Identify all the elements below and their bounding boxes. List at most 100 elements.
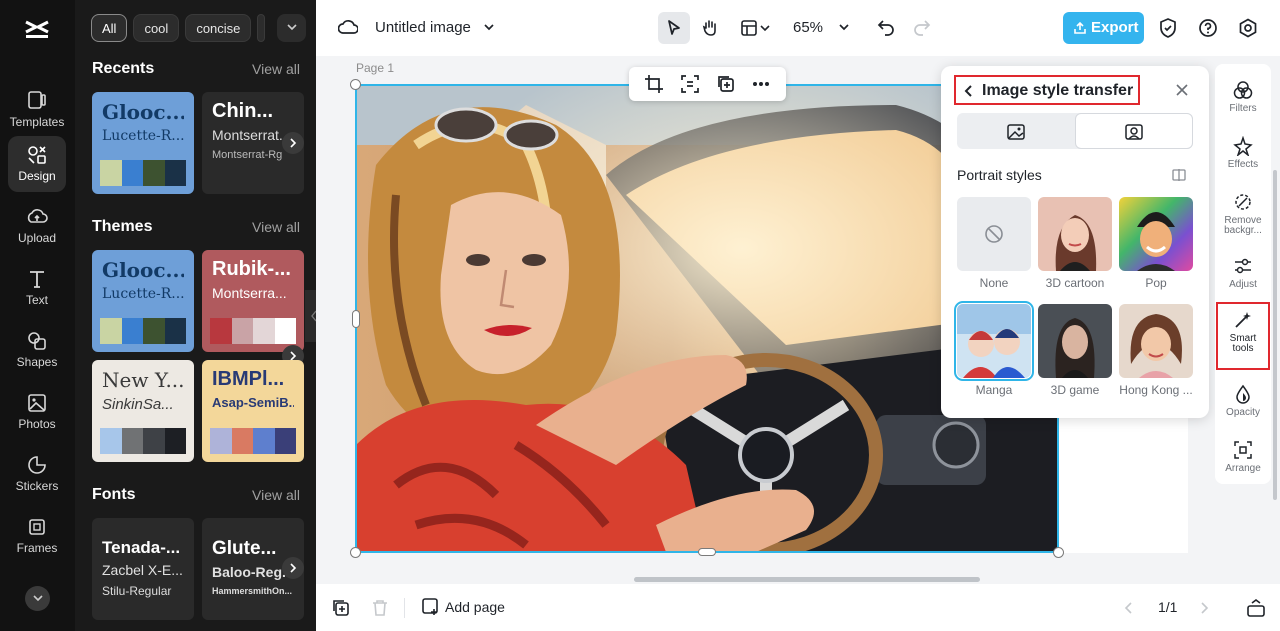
next-page-icon[interactable] <box>1199 601 1209 615</box>
rail-frames[interactable]: Frames <box>8 508 66 564</box>
chip-concise[interactable]: concise <box>185 14 252 42</box>
redo-icon[interactable] <box>913 18 931 36</box>
fonts-next-button[interactable] <box>282 557 304 579</box>
cloud-icon[interactable] <box>338 18 358 36</box>
page-label: Page 1 <box>356 61 395 75</box>
style-3d-cartoon[interactable]: 3D cartoon <box>1038 197 1112 290</box>
rail-shapes[interactable]: Shapes <box>8 322 66 378</box>
duplicate-page-icon[interactable] <box>332 599 350 617</box>
portrait-styles-title: Portrait styles <box>957 167 1042 183</box>
chevron-down-icon[interactable] <box>483 22 495 32</box>
frames-icon <box>29 519 45 535</box>
chip-partial[interactable] <box>257 14 266 42</box>
style-3d-game[interactable]: 3D game <box>1038 304 1112 397</box>
opacity-icon <box>1236 384 1250 404</box>
zoom-level[interactable]: 65% <box>793 19 823 36</box>
tool-label-line2: backgr... <box>1224 225 1262 236</box>
style-label: 3D game <box>1050 383 1100 397</box>
resize-handle-top-left[interactable] <box>350 79 361 90</box>
resize-handle-bottom-left[interactable] <box>350 547 361 558</box>
tool-smart-tools[interactable]: Smart tools <box>1216 302 1270 370</box>
card-caption: Montserrat-Rg <box>212 149 283 161</box>
theme-card-3[interactable]: New Y... SinkinSa... <box>92 360 194 462</box>
none-icon <box>985 225 1003 243</box>
rail-photos[interactable]: Photos <box>8 384 66 440</box>
rail-shapes-label: Shapes <box>16 355 58 369</box>
font-card-1[interactable]: Tenada-... Zacbel X-E... Stilu-Regular <box>92 518 194 620</box>
chip-all[interactable]: All <box>91 14 128 42</box>
themes-view-all[interactable]: View all <box>252 219 300 235</box>
hand-tool-button[interactable] <box>694 12 726 44</box>
vertical-scrollbar[interactable] <box>1273 170 1277 500</box>
layout-menu-button[interactable] <box>736 12 776 44</box>
horizontal-scrollbar[interactable] <box>634 577 980 582</box>
rail-text[interactable]: Text <box>8 260 66 316</box>
card-heading: Chin... <box>212 100 274 122</box>
rail-collapse-button[interactable] <box>25 586 50 611</box>
prev-page-icon[interactable] <box>1124 601 1134 615</box>
chevron-down-icon[interactable] <box>838 22 850 32</box>
color-swatches <box>100 160 186 186</box>
tool-adjust[interactable]: Adjust <box>1217 250 1269 304</box>
replace-icon[interactable] <box>680 74 700 94</box>
rail-design-label: Design <box>18 169 56 183</box>
theme-card-2[interactable]: Rubik-... Montserra... <box>202 250 304 352</box>
text-icon <box>30 271 44 288</box>
style-manga[interactable]: Manga <box>954 301 1034 397</box>
undo-icon[interactable] <box>877 18 895 36</box>
page-panel-icon[interactable] <box>1247 599 1265 617</box>
chip-cool[interactable]: cool <box>133 14 180 42</box>
crop-icon[interactable] <box>644 74 664 94</box>
tool-filters[interactable]: Filters <box>1217 74 1269 128</box>
photos-icon <box>28 394 46 412</box>
rail-upload-label: Upload <box>17 231 57 245</box>
back-button[interactable]: Image style transfer <box>954 75 1140 105</box>
duplicate-icon[interactable] <box>716 74 736 94</box>
help-icon[interactable] <box>1198 18 1218 38</box>
recents-next-button[interactable] <box>282 132 304 154</box>
select-tool-button[interactable] <box>658 12 690 44</box>
add-page-icon[interactable] <box>422 598 440 616</box>
shield-icon[interactable] <box>1159 18 1177 38</box>
tool-opacity[interactable]: Opacity <box>1217 378 1269 432</box>
color-swatches <box>210 318 296 344</box>
card-subheading: Lucette-R... <box>102 128 184 144</box>
chips-more-button[interactable] <box>277 14 306 42</box>
fonts-view-all[interactable]: View all <box>252 487 300 503</box>
style-label: Pop <box>1145 276 1167 290</box>
trash-icon[interactable] <box>372 599 388 617</box>
export-button[interactable]: Export <box>1063 12 1144 44</box>
style-mode-toggle <box>957 113 1193 149</box>
document-title[interactable]: Untitled image <box>375 19 471 36</box>
close-icon[interactable] <box>1175 83 1189 97</box>
more-options-icon[interactable] <box>752 81 770 87</box>
resize-handle-bottom-right[interactable] <box>1053 547 1064 558</box>
rail-templates[interactable]: Templates <box>8 82 66 138</box>
recents-view-all[interactable]: View all <box>252 61 300 77</box>
resize-handle-left[interactable] <box>352 310 360 328</box>
layout-icon <box>741 20 770 36</box>
settings-icon[interactable] <box>1238 18 1258 38</box>
capcut-logo[interactable] <box>22 14 52 44</box>
tool-remove-background[interactable]: Remove backgr... <box>1217 186 1269 240</box>
chevron-right-icon <box>290 563 297 573</box>
resize-handle-bottom[interactable] <box>698 548 716 556</box>
add-page-button[interactable]: Add page <box>445 599 505 615</box>
compare-icon[interactable] <box>1172 168 1186 182</box>
style-hong-kong[interactable]: Hong Kong ... <box>1119 304 1193 397</box>
tool-arrange[interactable]: Arrange <box>1217 434 1269 488</box>
image-style-icon[interactable] <box>1006 123 1026 141</box>
portrait-style-tab[interactable] <box>1075 113 1193 149</box>
rail-text-label: Text <box>25 293 48 307</box>
rail-stickers[interactable]: Stickers <box>8 446 66 502</box>
recent-card-1[interactable]: Glooc... Lucette-R... <box>92 92 194 194</box>
export-icon <box>1074 21 1086 34</box>
rail-design[interactable]: Design <box>8 136 66 192</box>
theme-card-1[interactable]: Glooc... Lucette-R... <box>92 250 194 352</box>
bottom-bar: Add page 1/1 <box>316 584 1280 631</box>
tool-effects[interactable]: Effects <box>1217 130 1269 184</box>
rail-upload[interactable]: Upload <box>8 198 66 254</box>
style-pop[interactable]: Pop <box>1119 197 1193 290</box>
theme-card-4[interactable]: IBMPl... Asap-SemiB... <box>202 360 304 462</box>
style-none[interactable]: None <box>957 197 1031 290</box>
